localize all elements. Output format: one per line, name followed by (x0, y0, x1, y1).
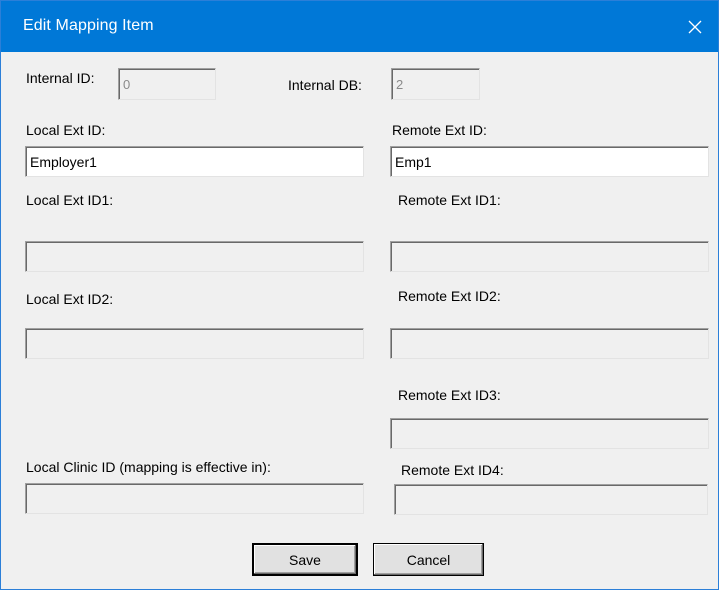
local-ext-id-label: Local Ext ID: (26, 122, 106, 138)
save-button[interactable]: Save (252, 543, 358, 576)
local-ext-id1-field[interactable] (25, 241, 364, 272)
remote-ext-id2-field[interactable] (390, 328, 709, 359)
internal-id-label: Internal ID: (26, 70, 95, 86)
remote-ext-id3-field[interactable] (390, 418, 709, 449)
close-icon (688, 20, 702, 33)
local-clinic-id-label: Local Clinic ID (mapping is effective in… (26, 459, 271, 475)
internal-id-field[interactable] (118, 68, 216, 100)
local-ext-id-field[interactable] (25, 146, 364, 177)
local-ext-id1-label: Local Ext ID1: (26, 192, 114, 208)
remote-ext-id2-label: Remote Ext ID2: (398, 288, 501, 304)
remote-ext-id-field[interactable] (390, 146, 709, 177)
local-clinic-id-field[interactable] (25, 483, 364, 514)
remote-ext-id1-field[interactable] (390, 241, 709, 272)
cancel-button[interactable]: Cancel (373, 543, 484, 576)
close-button[interactable] (672, 1, 718, 52)
dialog-title: Edit Mapping Item (23, 17, 154, 34)
local-ext-id2-field[interactable] (25, 328, 364, 359)
local-ext-id2-label: Local Ext ID2: (26, 291, 114, 307)
remote-ext-id1-label: Remote Ext ID1: (398, 192, 501, 208)
title-bar: Edit Mapping Item (1, 1, 718, 52)
edit-mapping-dialog: Edit Mapping Item Internal ID: Internal … (0, 0, 719, 590)
remote-ext-id4-label: Remote Ext ID4: (401, 462, 504, 478)
remote-ext-id-label: Remote Ext ID: (392, 122, 487, 138)
internal-db-label: Internal DB: (288, 77, 362, 93)
remote-ext-id3-label: Remote Ext ID3: (398, 387, 501, 403)
remote-ext-id4-field[interactable] (394, 484, 708, 515)
internal-db-field[interactable] (391, 68, 480, 100)
